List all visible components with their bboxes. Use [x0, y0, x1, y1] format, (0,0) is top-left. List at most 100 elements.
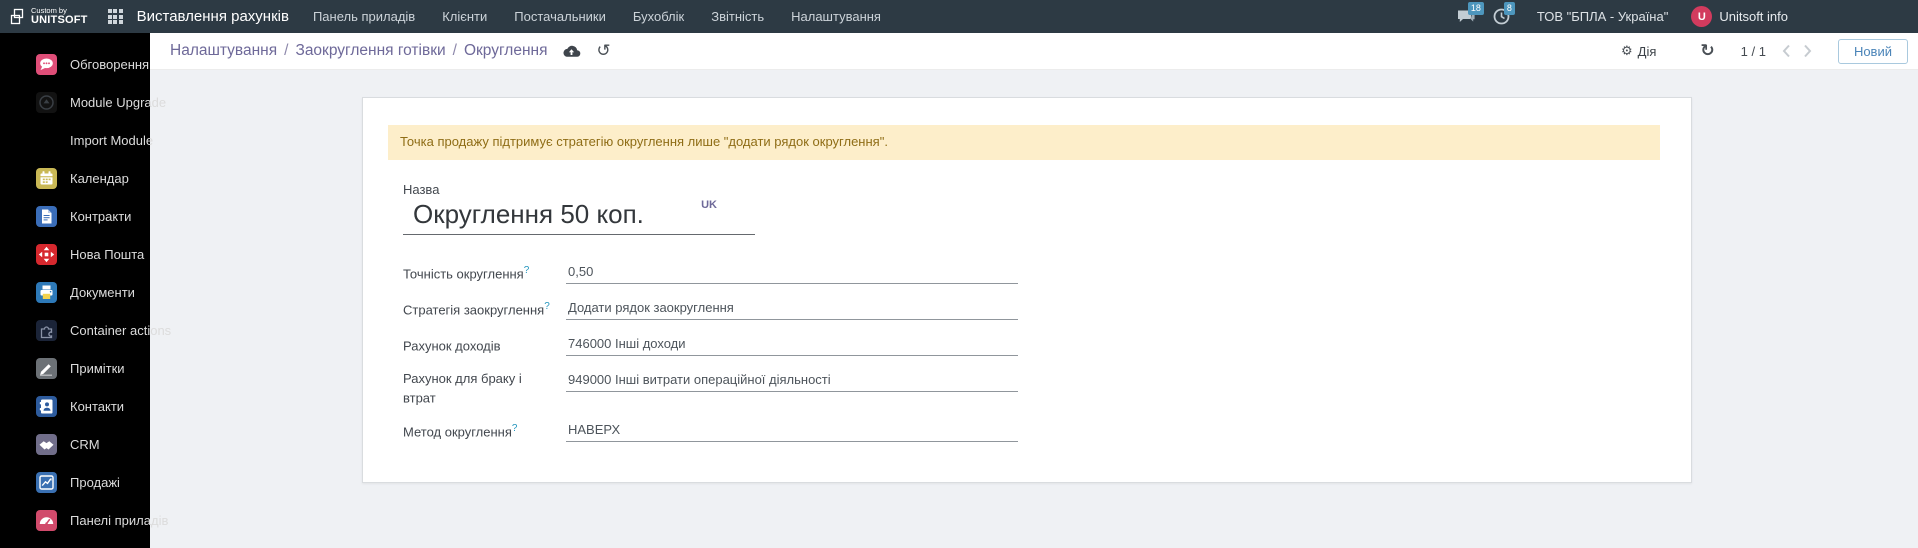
- breadcrumb-separator: /: [284, 42, 288, 60]
- avatar: U: [1691, 6, 1712, 27]
- sidebar-label: Панелі приладів: [70, 513, 168, 528]
- translation-badge[interactable]: UK: [701, 199, 717, 211]
- field-label: Рахунок для браку і втрат: [403, 371, 522, 405]
- sidebar-item-discuss[interactable]: Обговорення: [0, 45, 150, 83]
- rounding-method-input[interactable]: НАВЕРХ: [566, 419, 1018, 442]
- field-label: Стратегія заокруглення: [403, 302, 544, 317]
- action-menu-button[interactable]: ⚙ Дія: [1621, 44, 1656, 59]
- name-input[interactable]: Округлення 50 коп. UK: [403, 198, 755, 235]
- form-fields: Точність округлення? 0,50 Стратегія заок…: [403, 261, 1691, 442]
- field-label: Рахунок доходів: [403, 338, 501, 353]
- sidebar-item-nova-poshta[interactable]: Нова Пошта: [0, 235, 150, 273]
- breadcrumb-separator: /: [453, 42, 457, 60]
- gauge-icon: [36, 510, 57, 531]
- sidebar-item-contracts[interactable]: Контракти: [0, 197, 150, 235]
- sidebar-item-notes[interactable]: Примітки: [0, 349, 150, 387]
- top-navbar: Custom by UNITSOFT Виставлення рахунків …: [0, 0, 1918, 33]
- chevron-right-icon: [1803, 44, 1812, 58]
- main-menu: Панель приладів Клієнти Постачальники Бу…: [313, 9, 881, 24]
- rounding-precision-input[interactable]: 0,50: [566, 261, 1018, 284]
- control-panel: Налаштування / Заокруглення готівки / Ок…: [150, 33, 1918, 70]
- title-group: Назва Округлення 50 коп. UK: [403, 182, 1691, 235]
- form-sheet: Точка продажу підтримує стратегію округл…: [362, 97, 1692, 483]
- sidebar-label: Документи: [70, 285, 135, 300]
- messages-badge: 18: [1468, 2, 1484, 15]
- sidebar-label: Календар: [70, 171, 129, 186]
- pager-previous-button[interactable]: [1782, 44, 1791, 58]
- nova-poshta-icon: [36, 244, 57, 265]
- sidebar-item-sales[interactable]: Продажі: [0, 463, 150, 501]
- help-icon[interactable]: ?: [524, 265, 530, 276]
- sidebar-label: CRM: [70, 437, 100, 452]
- sidebar-label: Нова Пошта: [70, 247, 144, 262]
- menu-item-settings[interactable]: Налаштування: [791, 9, 881, 24]
- refresh-icon[interactable]: ↻: [1700, 43, 1714, 60]
- user-menu[interactable]: U Unitsoft info: [1691, 6, 1788, 27]
- sidebar-item-documents[interactable]: Документи: [0, 273, 150, 311]
- field-label: Точність округлення: [403, 266, 524, 281]
- name-field-label: Назва: [403, 182, 1691, 197]
- company-switcher[interactable]: ТОВ "БПЛА - Україна": [1537, 9, 1668, 24]
- puzzle-icon: [36, 320, 57, 341]
- sidebar-label: Обговорення: [70, 57, 149, 72]
- breadcrumb-settings[interactable]: Налаштування: [170, 42, 277, 60]
- cloud-upload-icon[interactable]: [562, 44, 581, 59]
- sidebar-label: Контракти: [70, 209, 131, 224]
- new-record-button[interactable]: Новий: [1838, 39, 1908, 64]
- sidebar-item-module-upgrade[interactable]: Module Upgrade: [0, 83, 150, 121]
- profit-account-input[interactable]: 746000 Інші доходи: [566, 333, 1018, 356]
- chevron-left-icon: [1782, 44, 1791, 58]
- unitsoft-logo[interactable]: Custom by UNITSOFT: [10, 7, 88, 26]
- sidebar-label: Container actions: [70, 323, 171, 338]
- menu-item-vendors[interactable]: Постачальники: [514, 9, 606, 24]
- sidebar-item-crm[interactable]: CRM: [0, 425, 150, 463]
- sidebar-label: Продажі: [70, 475, 120, 490]
- breadcrumb-current-record[interactable]: Округлення: [464, 42, 548, 60]
- sidebar-item-import-module[interactable]: Import Module: [0, 121, 150, 159]
- activities-icon[interactable]: 8: [1493, 8, 1510, 25]
- sidebar-item-container-actions[interactable]: Container actions: [0, 311, 150, 349]
- address-book-icon: [36, 396, 57, 417]
- content-area: Точка продажу підтримує стратегію округл…: [150, 70, 1918, 548]
- user-name: Unitsoft info: [1719, 9, 1788, 24]
- rounding-strategy-input[interactable]: Додати рядок заокруглення: [566, 297, 1018, 320]
- undo-icon[interactable]: ↺: [596, 43, 610, 60]
- sidebar-item-calendar[interactable]: Календар: [0, 159, 150, 197]
- field-row-loss-account: Рахунок для браку і втрат 949000 Інші ви…: [403, 369, 1691, 406]
- field-row-profit-account: Рахунок доходів 746000 Інші доходи: [403, 333, 1691, 356]
- chat-icon: [36, 54, 57, 75]
- current-app-title[interactable]: Виставлення рахунків: [137, 8, 289, 25]
- systray: 18 8 ТОВ "БПЛА - Україна" U Unitsoft inf…: [1457, 6, 1788, 27]
- sales-chart-icon: [36, 472, 57, 493]
- field-row-rounding-strategy: Стратегія заокруглення? Додати рядок зао…: [403, 297, 1691, 320]
- sidebar-item-contacts[interactable]: Контакти: [0, 387, 150, 425]
- action-menu-label: Дія: [1638, 44, 1657, 59]
- apps-grid-icon[interactable]: [108, 9, 123, 24]
- menu-item-dashboard[interactable]: Панель приладів: [313, 9, 415, 24]
- pencil-icon: [36, 358, 57, 379]
- warning-banner: Точка продажу підтримує стратегію округл…: [388, 125, 1660, 160]
- help-icon[interactable]: ?: [544, 301, 550, 312]
- logo-line2: UNITSOFT: [31, 15, 88, 26]
- menu-item-customers[interactable]: Клієнти: [442, 9, 487, 24]
- loss-account-input[interactable]: 949000 Інші витрати операційної діяльнос…: [566, 369, 1018, 392]
- sidebar-label: Примітки: [70, 361, 125, 376]
- printer-icon: [36, 282, 57, 303]
- menu-item-accounting[interactable]: Бухоблік: [633, 9, 684, 24]
- breadcrumb-cash-roundings[interactable]: Заокруглення готівки: [295, 42, 445, 60]
- menu-item-reporting[interactable]: Звітність: [711, 9, 764, 24]
- gear-icon: ⚙: [1621, 44, 1633, 59]
- activities-badge: 8: [1504, 2, 1515, 15]
- messages-icon[interactable]: 18: [1457, 8, 1476, 25]
- field-row-rounding-method: Метод округлення? НАВЕРХ: [403, 419, 1691, 442]
- sidebar-item-dashboards[interactable]: Панелі приладів: [0, 501, 150, 539]
- contract-icon: [36, 206, 57, 227]
- pager-next-button[interactable]: [1803, 44, 1812, 58]
- help-icon[interactable]: ?: [512, 423, 518, 434]
- name-value: Округлення 50 коп.: [413, 199, 644, 229]
- breadcrumb: Налаштування / Заокруглення готівки / Ок…: [170, 42, 547, 60]
- sidebar-label: Контакти: [70, 399, 124, 414]
- sidebar-label: Module Upgrade: [70, 95, 166, 110]
- field-label: Метод округлення: [403, 425, 512, 440]
- app-sidebar: Обговорення Module Upgrade Import Module…: [0, 33, 150, 548]
